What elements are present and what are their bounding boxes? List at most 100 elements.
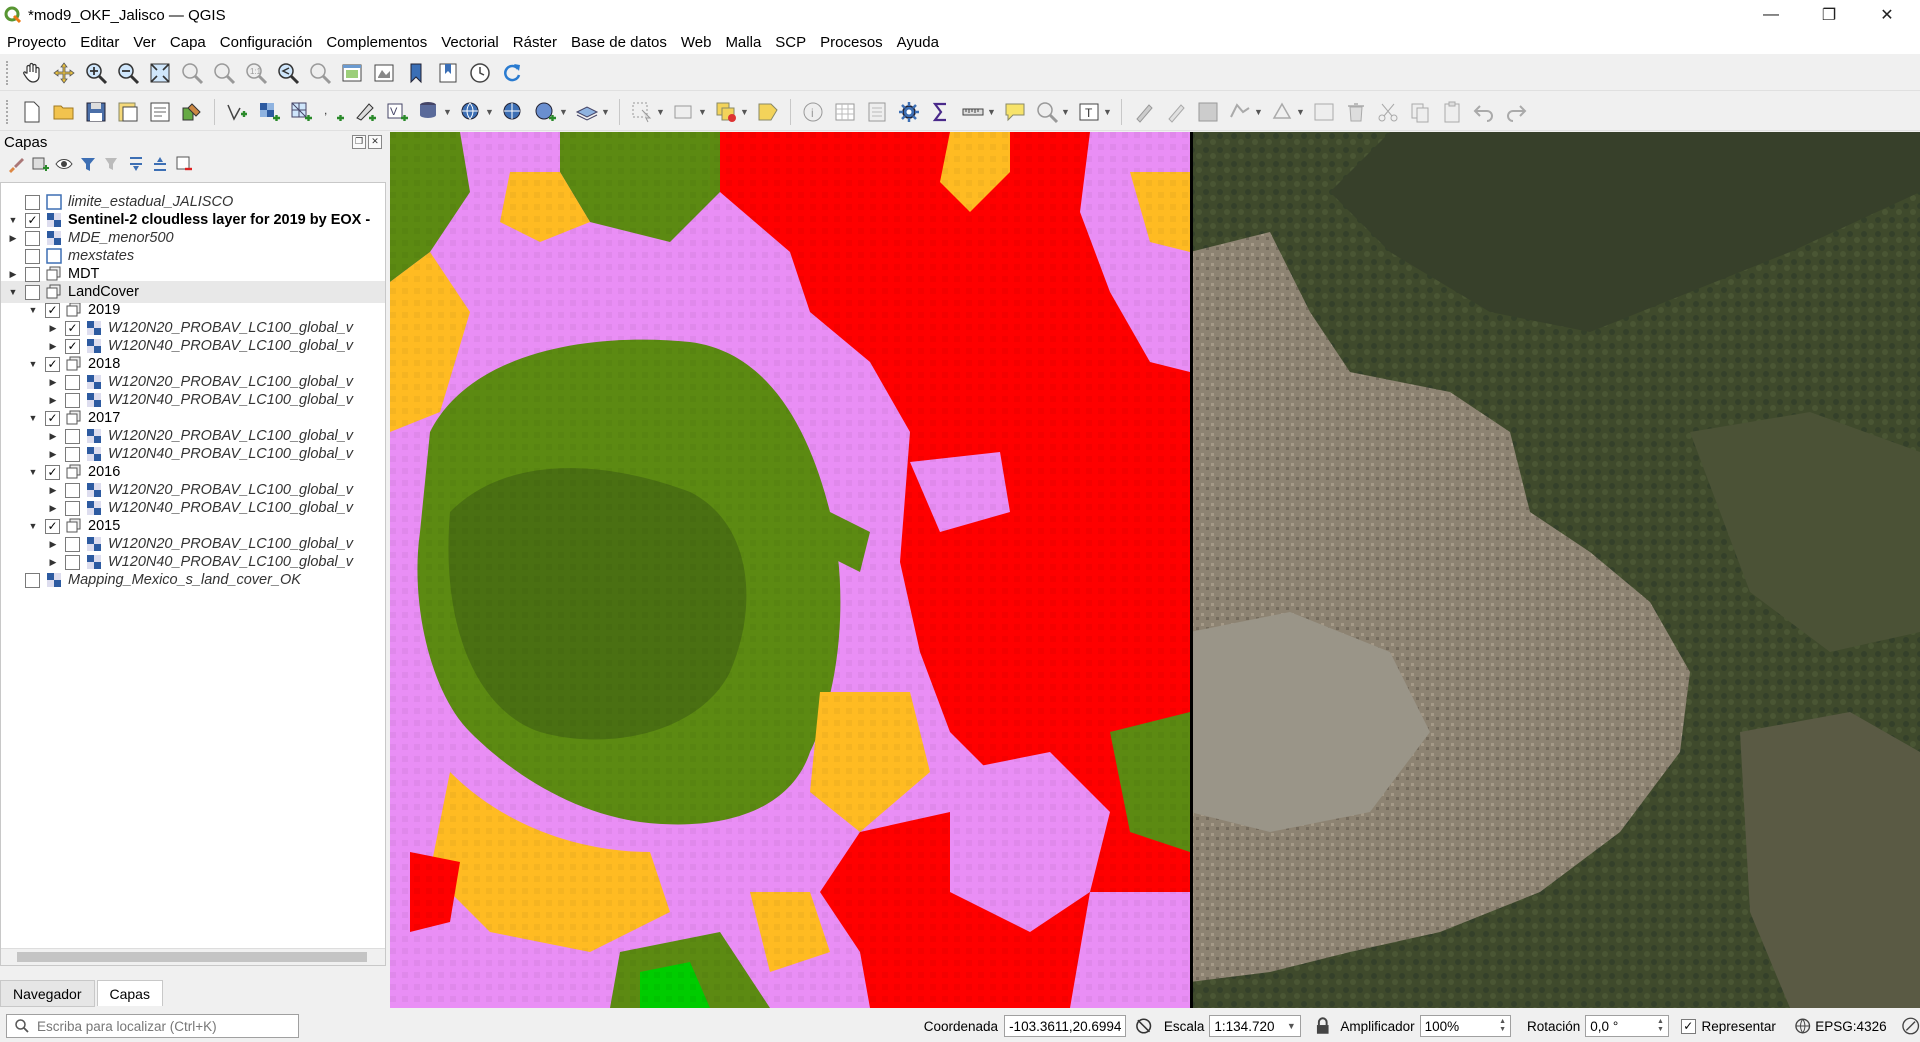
show-bookmarks-button[interactable]: [434, 59, 462, 87]
collapse-arrow-icon[interactable]: ▼: [27, 305, 39, 315]
zoom-last-button[interactable]: [274, 59, 302, 87]
menu-ver[interactable]: Ver: [126, 34, 163, 51]
zoom-full-button[interactable]: [146, 59, 174, 87]
expand-all-button[interactable]: [126, 154, 146, 174]
layer-visibility-checkbox[interactable]: ✓: [45, 464, 60, 480]
locate-dropdown-arrow[interactable]: ▼: [1061, 107, 1070, 117]
layer-visibility-checkbox[interactable]: [25, 572, 40, 588]
select-by-value-button[interactable]: [670, 98, 698, 126]
add-virtual-layer-button[interactable]: V: [383, 98, 411, 126]
expand-arrow-icon[interactable]: ▶: [7, 269, 19, 280]
modify-attributes-button[interactable]: [1310, 98, 1338, 126]
select-dropdown-arrow[interactable]: ▼: [656, 107, 665, 117]
text-annotation-button[interactable]: T: [1075, 98, 1103, 126]
select-location-button[interactable]: [754, 98, 782, 126]
save-edits-button[interactable]: [1194, 98, 1222, 126]
collapse-arrow-icon[interactable]: ▼: [7, 287, 19, 297]
layer-visibility-checkbox[interactable]: [65, 374, 80, 390]
coordinate-field[interactable]: -103.3611,20.6994: [1004, 1015, 1127, 1037]
messages-icon[interactable]: [1901, 1016, 1920, 1036]
temporal-controller-button[interactable]: [466, 59, 494, 87]
statistical-summary-button[interactable]: [927, 98, 955, 126]
map-canvas[interactable]: [390, 132, 1920, 1008]
close-panel-button[interactable]: ✕: [368, 135, 382, 149]
toggle-editing-button[interactable]: [1162, 98, 1190, 126]
expand-arrow-icon[interactable]: ▶: [47, 503, 59, 514]
collapse-arrow-icon[interactable]: ▼: [27, 521, 39, 531]
zoom-out-button[interactable]: [114, 59, 142, 87]
layer-tree-item[interactable]: limite_estadual_JALISCO: [1, 191, 385, 213]
add-wcs-layer-button[interactable]: [531, 98, 559, 126]
collapse-arrow-icon[interactable]: ▼: [27, 359, 39, 369]
deselect-dropdown-arrow[interactable]: ▼: [740, 107, 749, 117]
zoom-native-button[interactable]: 1:1: [242, 59, 270, 87]
expand-arrow-icon[interactable]: ▶: [47, 539, 59, 550]
save-project-button[interactable]: [82, 98, 110, 126]
layer-visibility-checkbox[interactable]: [25, 194, 40, 210]
identify-features-button[interactable]: i: [799, 98, 827, 126]
expand-arrow-icon[interactable]: ▶: [47, 323, 59, 334]
layer-visibility-checkbox[interactable]: [65, 392, 80, 408]
expand-arrow-icon[interactable]: ▶: [47, 395, 59, 406]
delete-selected-button[interactable]: [1342, 98, 1370, 126]
open-project-button[interactable]: [50, 98, 78, 126]
menu-vectorial[interactable]: Vectorial: [434, 34, 506, 51]
close-button[interactable]: ✕: [1858, 0, 1916, 30]
magnifier-spinbox[interactable]: 100% ▲ ▼: [1419, 1015, 1511, 1037]
layer-visibility-checkbox[interactable]: [65, 428, 80, 444]
expand-arrow-icon[interactable]: ▶: [47, 557, 59, 568]
menu-raster[interactable]: Ráster: [506, 34, 564, 51]
cut-features-button[interactable]: [1374, 98, 1402, 126]
layer-visibility-checkbox[interactable]: [65, 500, 80, 516]
undock-panel-button[interactable]: ❐: [352, 135, 366, 149]
layer-visibility-checkbox[interactable]: ✓: [25, 212, 40, 228]
refresh-button[interactable]: [498, 59, 526, 87]
menu-capa[interactable]: Capa: [163, 34, 213, 51]
menu-configuracion[interactable]: Configuración: [213, 34, 320, 51]
crs-globe-icon[interactable]: [1794, 1017, 1811, 1035]
layer-visibility-checkbox[interactable]: [25, 266, 40, 282]
select-value-dropdown-arrow[interactable]: ▼: [698, 107, 707, 117]
menu-proyecto[interactable]: Proyecto: [0, 34, 73, 51]
new-map-view-button[interactable]: [338, 59, 366, 87]
menu-base-de-datos[interactable]: Base de datos: [564, 34, 674, 51]
lock-icon[interactable]: [1315, 1017, 1331, 1035]
toggle-extents-icon[interactable]: [1134, 1016, 1153, 1036]
copy-features-button[interactable]: [1406, 98, 1434, 126]
menu-editar[interactable]: Editar: [73, 34, 126, 51]
zoom-in-button[interactable]: [82, 59, 110, 87]
digitize-dropdown-arrow[interactable]: ▼: [1254, 107, 1263, 117]
new-3d-view-button[interactable]: [370, 59, 398, 87]
layer-visibility-checkbox[interactable]: [65, 536, 80, 552]
add-wms-layer-button[interactable]: [457, 98, 485, 126]
measure-line-button[interactable]: [959, 98, 987, 126]
filter-legend-button[interactable]: [78, 154, 98, 174]
add-group-button[interactable]: [30, 154, 50, 174]
zoom-highlight-button[interactable]: [1033, 98, 1061, 126]
processing-toolbox-button[interactable]: [895, 98, 923, 126]
scale-combobox[interactable]: 1:134.720 ▼: [1209, 1015, 1301, 1037]
select-features-button[interactable]: [628, 98, 656, 126]
layer-visibility-checkbox[interactable]: ✓: [65, 320, 80, 336]
wms-dropdown-arrow[interactable]: ▼: [485, 107, 494, 117]
add-database-layer-button[interactable]: [415, 98, 443, 126]
layout-manager-button[interactable]: [146, 98, 174, 126]
open-attribute-table-button[interactable]: [831, 98, 859, 126]
scrollbar-thumb[interactable]: [17, 952, 367, 962]
new-bookmark-button[interactable]: [402, 59, 430, 87]
redo-button[interactable]: [1502, 98, 1530, 126]
add-vector-layer-button[interactable]: [223, 98, 251, 126]
layer-visibility-checkbox[interactable]: ✓: [45, 356, 60, 372]
manage-map-themes-button[interactable]: [54, 154, 74, 174]
deselect-features-button[interactable]: [712, 98, 740, 126]
expand-arrow-icon[interactable]: ▶: [47, 377, 59, 388]
field-calculator-button[interactable]: [863, 98, 891, 126]
pan-tool-button[interactable]: [18, 59, 46, 87]
paste-features-button[interactable]: [1438, 98, 1466, 126]
menu-scp[interactable]: SCP: [768, 34, 813, 51]
menu-web[interactable]: Web: [674, 34, 719, 51]
add-raster-layer-button[interactable]: [255, 98, 283, 126]
map-tips-button[interactable]: [1001, 98, 1029, 126]
menu-ayuda[interactable]: Ayuda: [890, 34, 946, 51]
database-dropdown-arrow[interactable]: ▼: [443, 107, 452, 117]
